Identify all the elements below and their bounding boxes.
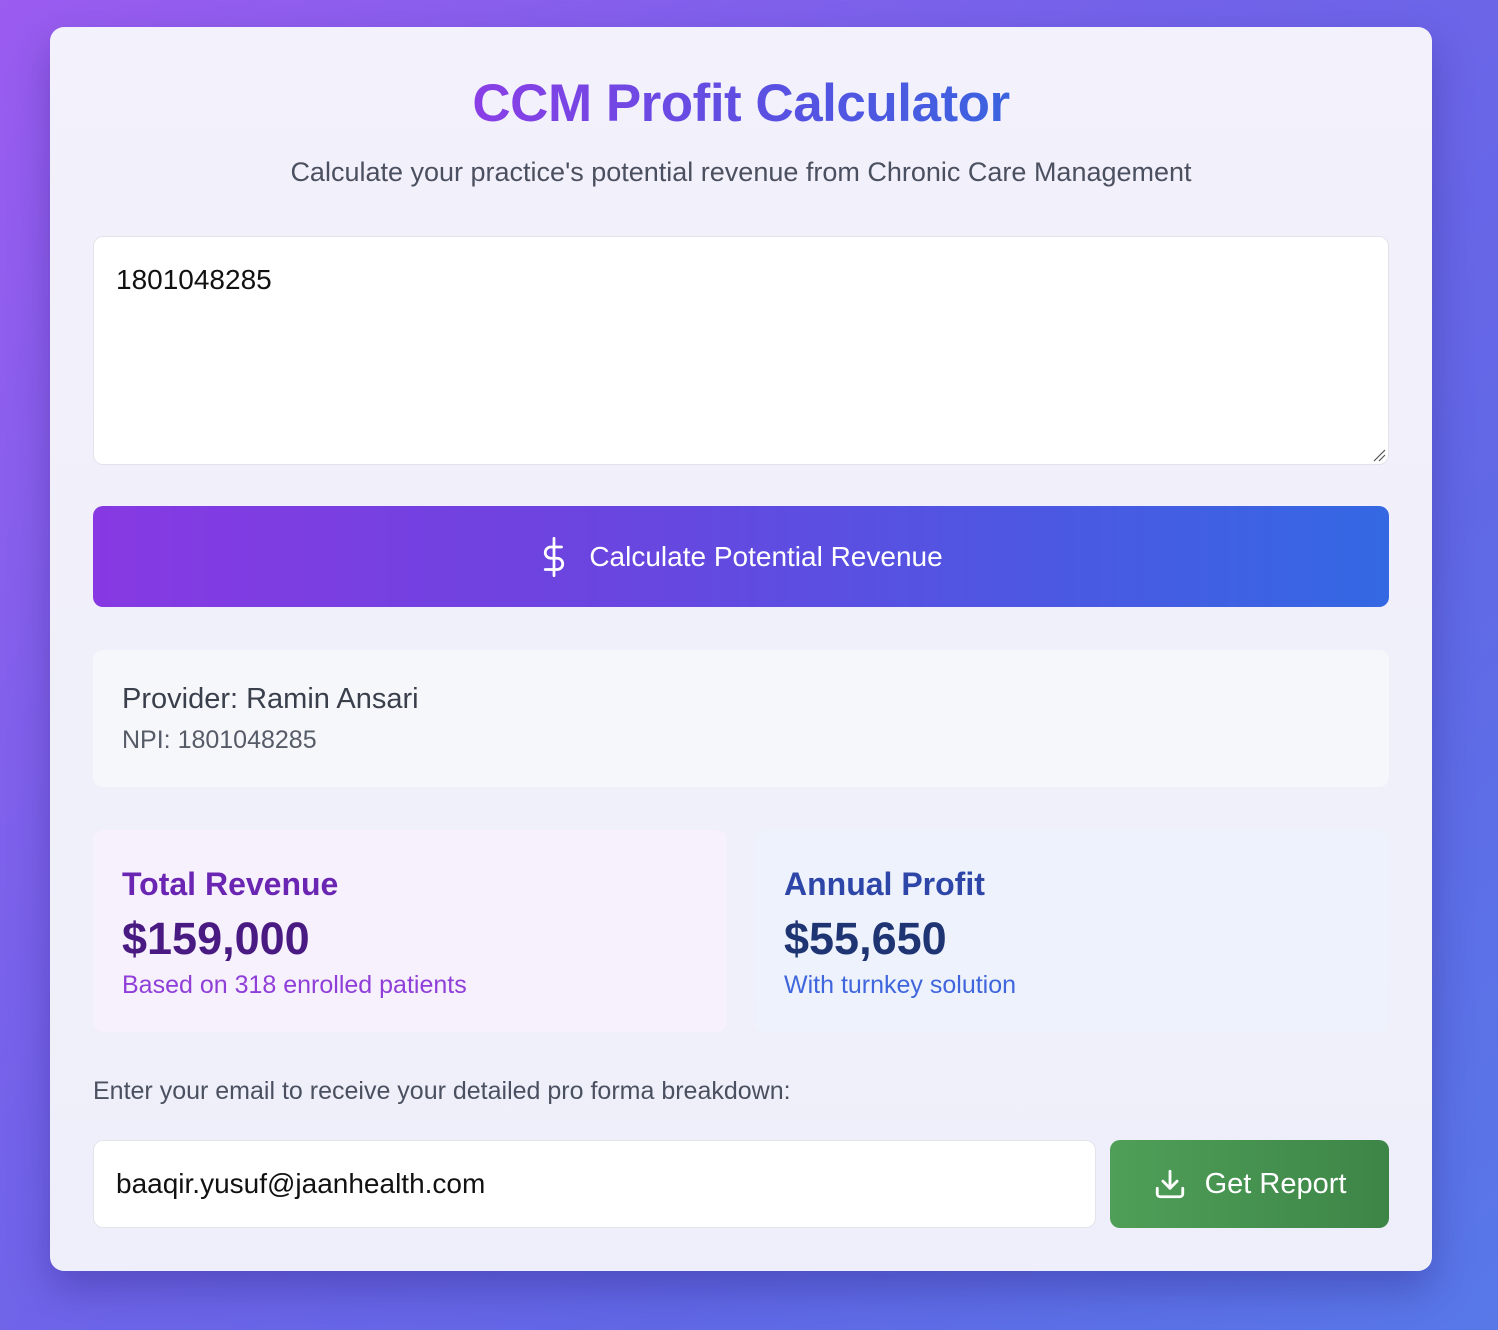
total-revenue-card: Total Revenue $159,000 Based on 318 enro… bbox=[93, 830, 727, 1032]
annual-profit-label: Annual Profit bbox=[784, 866, 985, 902]
dollar-sign-icon bbox=[544, 536, 565, 577]
page-title-text: CCM Profit Calculator bbox=[472, 74, 1010, 133]
get-report-button[interactable]: Get Report bbox=[1110, 1140, 1389, 1228]
page-subtitle: Calculate your practice's potential reve… bbox=[290, 157, 1192, 187]
resize-grip-icon[interactable] bbox=[1372, 448, 1386, 462]
get-report-label: Get Report bbox=[1204, 1167, 1347, 1200]
email-prompt: Enter your email to receive your detaile… bbox=[93, 1077, 791, 1105]
npi-textarea[interactable]: 1801048285 bbox=[93, 236, 1389, 465]
provider-npi: NPI: 1801048285 bbox=[122, 726, 317, 754]
calculator-card: CCM Profit Calculator Calculate your pra… bbox=[50, 27, 1432, 1271]
total-revenue-value: $159,000 bbox=[122, 913, 310, 964]
annual-profit-note: With turnkey solution bbox=[784, 971, 1017, 999]
page-title: CCM Profit Calculator bbox=[50, 73, 1432, 135]
annual-profit-value: $55,650 bbox=[784, 913, 947, 964]
download-icon bbox=[1155, 1169, 1184, 1199]
annual-profit-card: Annual Profit $55,650 With turnkey solut… bbox=[755, 830, 1389, 1032]
provider-info: Provider: Ramin Ansari NPI: 1801048285 bbox=[93, 650, 1389, 787]
total-revenue-note: Based on 318 enrolled patients bbox=[122, 971, 467, 999]
calculate-button-label: Calculate Potential Revenue bbox=[589, 540, 943, 572]
calculate-revenue-button[interactable]: Calculate Potential Revenue bbox=[93, 506, 1389, 607]
email-input[interactable] bbox=[93, 1140, 1096, 1228]
provider-name: Provider: Ramin Ansari bbox=[122, 683, 419, 715]
total-revenue-label: Total Revenue bbox=[122, 866, 339, 902]
